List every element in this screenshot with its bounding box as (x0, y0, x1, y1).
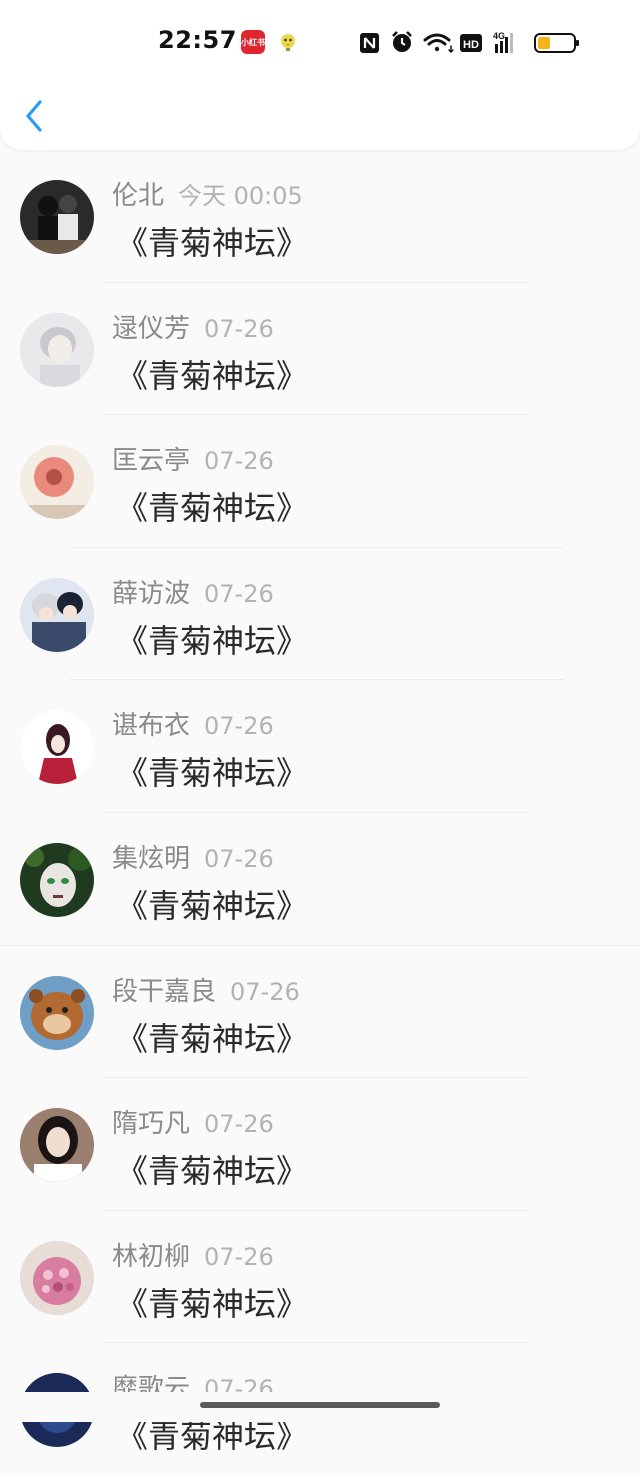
message-time: 07-26 (204, 1242, 274, 1271)
alarm-icon (392, 31, 412, 52)
message-time: 07-26 (204, 579, 274, 608)
message-text: 《青菊神坛》 (116, 489, 309, 528)
battery-icon (534, 33, 579, 53)
message-text: 《青菊神坛》 (116, 754, 309, 793)
top-bar: 22:57 小红书 HD 4G (0, 0, 640, 150)
message-list: 伦北 今天 00:05 《青菊神坛》 逯仪芳 07-26 《青菊神坛》 匡云亭 07-… (0, 150, 640, 1476)
app-badge-label: 小红书 (241, 37, 265, 47)
message-time: 07-26 (204, 314, 274, 343)
list-item[interactable]: 隋巧凡 07-26 《青菊神坛》 (0, 1078, 640, 1211)
sender-name: 伦北 (112, 181, 165, 211)
avatar[interactable] (20, 1240, 94, 1315)
sender-name: 隋巧凡 (112, 1109, 191, 1140)
list-item[interactable]: 集炫明 07-26 《青菊神坛》 (0, 813, 640, 946)
message-text: 《青菊神坛》 (116, 356, 309, 395)
message-text: 《青菊神坛》 (116, 1284, 309, 1323)
sender-name: 匡云亭 (112, 446, 191, 477)
sender-name: 集炫明 (112, 843, 191, 874)
avatar[interactable] (20, 1108, 94, 1183)
message-time: 07-26 (204, 1110, 274, 1139)
wifi-icon (423, 33, 454, 54)
status-icons: HD 4G (360, 31, 579, 54)
message-time: 07-26 (204, 844, 274, 873)
avatar[interactable] (20, 842, 94, 917)
message-text: 《青菊神坛》 (116, 1152, 309, 1191)
avatar[interactable] (20, 312, 94, 387)
avatar[interactable] (20, 710, 94, 785)
list-item[interactable]: 逯仪芳 07-26 《青菊神坛》 (0, 283, 640, 416)
message-time: 07-26 (230, 977, 300, 1006)
list-item[interactable]: 匡云亭 07-26 《青菊神坛》 (0, 415, 640, 548)
list-item[interactable]: 伦北 今天 00:05 《青菊神坛》 (0, 150, 640, 283)
sender-name: 林初柳 (112, 1241, 191, 1272)
message-time: 07-26 (204, 712, 274, 741)
status-time: 22:57 (158, 26, 237, 54)
avatar[interactable] (20, 445, 94, 520)
sender-name: 段干嘉良 (112, 976, 217, 1007)
bird-icon (281, 34, 295, 51)
message-text: 《青菊神坛》 (116, 224, 309, 262)
avatar[interactable] (20, 577, 94, 652)
list-item[interactable]: 谌布衣 07-26 《青菊神坛》 (0, 680, 640, 813)
avatar[interactable] (20, 180, 94, 254)
message-text: 《青菊神坛》 (116, 621, 309, 660)
sender-name: 薛访波 (112, 578, 191, 609)
avatar[interactable] (20, 975, 94, 1050)
list-item[interactable]: 林初柳 07-26 《青菊神坛》 (0, 1211, 640, 1344)
hd-icon: HD (460, 34, 482, 52)
list-item[interactable]: 段干嘉良 07-26 《青菊神坛》 (0, 946, 640, 1079)
message-text: 《青菊神坛》 (116, 1019, 309, 1058)
xiaohongshu-app-icon: 小红书 (241, 30, 265, 54)
svg-text:4G: 4G (493, 31, 505, 41)
message-time: 07-26 (204, 447, 274, 476)
message-time: 今天 00:05 (178, 182, 303, 210)
chevron-left-icon[interactable] (20, 96, 50, 136)
sender-name: 谌布衣 (112, 711, 191, 742)
svg-text:HD: HD (463, 39, 479, 51)
nfc-icon (360, 33, 379, 53)
list-item[interactable]: 薛访波 07-26 《青菊神坛》 (0, 548, 640, 681)
sender-name: 逯仪芳 (112, 313, 191, 344)
home-indicator[interactable] (200, 1402, 440, 1408)
signal-4g-icon: 4G (493, 31, 513, 53)
message-text: 《青菊神坛》 (116, 886, 309, 925)
